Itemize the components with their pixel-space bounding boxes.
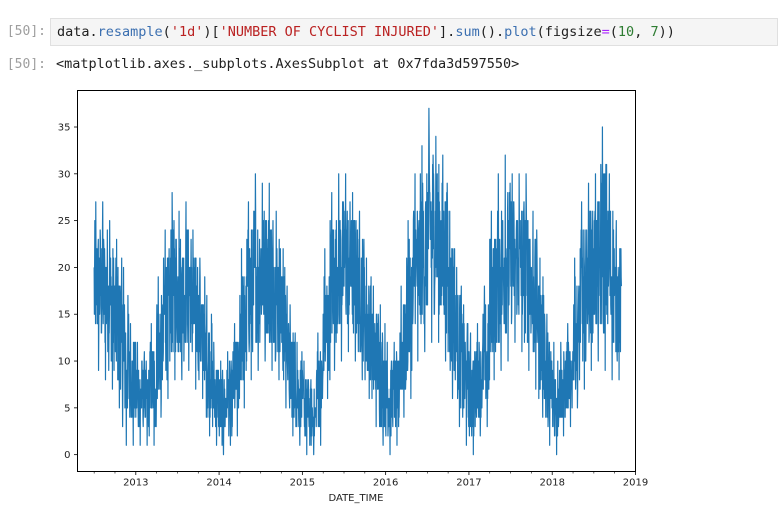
y-tick-label: 5 [64,403,70,414]
x-tick-label: 2018 [539,478,564,489]
y-tick-label: 20 [58,263,71,274]
y-tick-label: 25 [58,216,71,227]
y-tick-label: 10 [58,357,71,368]
y-tick-label: 35 [58,123,71,134]
x-axis: 2013 2014 2015 2016 2017 2018 2019 [93,471,648,489]
x-axis-label: DATE_TIME [328,493,383,504]
x-tick-label: 2019 [623,478,648,489]
line-chart: 2013 2014 2015 2016 2017 2018 2019 0 5 10 15 20 25 3… [58,90,648,504]
x-tick-label: 2015 [290,478,315,489]
y-axis: 0 5 10 15 20 25 30 35 [58,123,78,461]
series-line [93,107,622,456]
y-tick-label: 15 [58,310,71,321]
x-tick-label: 2016 [373,478,398,489]
y-tick-label: 0 [64,450,70,461]
x-tick-label: 2013 [123,478,148,489]
x-tick-label: 2014 [206,478,231,489]
x-tick-label: 2017 [456,478,481,489]
y-tick-label: 30 [58,169,71,180]
plot-area [93,107,622,456]
